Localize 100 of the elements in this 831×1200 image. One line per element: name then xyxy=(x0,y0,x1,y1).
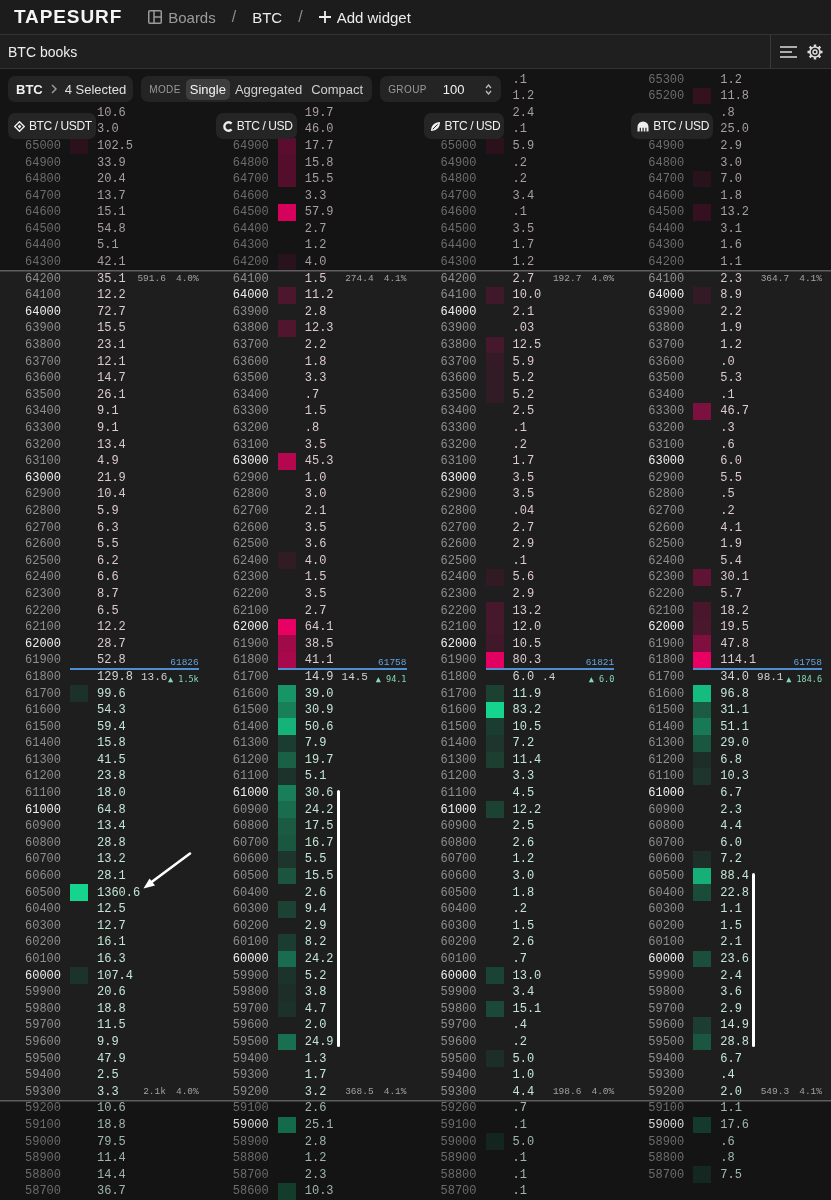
app-logo: TAPESURF xyxy=(14,6,123,28)
order-size: 2.9 xyxy=(720,1001,742,1016)
price-level: 60300 xyxy=(232,902,270,917)
price-level: 64200 xyxy=(232,255,270,270)
breadcrumb-link[interactable]: BTC xyxy=(252,8,283,26)
price-level: 61900 xyxy=(232,636,270,651)
order-size: 15.1 xyxy=(512,1001,542,1016)
price-level: 64400 xyxy=(25,238,62,253)
price-level: 64100 xyxy=(232,271,270,286)
order-size: 12.2 xyxy=(97,288,126,303)
price-level: 59900 xyxy=(25,985,62,1000)
depth-heat-cell xyxy=(277,286,296,304)
order-size: 4.1 xyxy=(720,520,742,535)
price-level: 62600 xyxy=(25,537,62,552)
price-level: 63000 xyxy=(440,470,478,485)
price-level: 59600 xyxy=(648,1018,686,1033)
price-level: 59300 xyxy=(648,1068,686,1083)
price-level: 61200 xyxy=(648,752,686,767)
mode-tab[interactable]: Compact xyxy=(307,78,368,100)
price-level: 63200 xyxy=(648,421,686,435)
order-size: 2.7 xyxy=(304,603,327,618)
price-level: 62500 xyxy=(232,537,270,552)
settings-icon[interactable] xyxy=(807,43,823,60)
order-size: 11.8 xyxy=(720,89,750,104)
depth-heat-cell xyxy=(693,701,712,719)
order-size: 7.5 xyxy=(720,1167,742,1182)
price-level: 63500 xyxy=(648,371,686,386)
order-size: 11.9 xyxy=(512,686,542,701)
order-size: .2 xyxy=(512,437,527,452)
symbol-selector[interactable]: BTC 4 Selected xyxy=(8,76,134,102)
lines-icon[interactable] xyxy=(780,45,797,58)
order-size: 2.5 xyxy=(512,404,535,419)
order-size: 1.7 xyxy=(304,1068,327,1083)
mode-tab[interactable]: Aggregated xyxy=(230,78,307,100)
order-size: 15.8 xyxy=(97,736,126,751)
group-value: 100 xyxy=(442,81,465,97)
order-size: 3.1 xyxy=(720,221,742,236)
range-percent: 4.0% xyxy=(591,273,615,285)
price-level: 63600 xyxy=(232,354,270,369)
price-level: 60600 xyxy=(648,852,686,867)
price-level: 59400 xyxy=(232,1051,270,1066)
depth-heat-cell xyxy=(693,602,712,619)
price-level: 60400 xyxy=(648,885,686,900)
order-size: 3.3 xyxy=(512,769,535,784)
price-level: 65300 xyxy=(648,72,686,87)
order-size: 10.6 xyxy=(97,1101,126,1116)
order-size: 1.6 xyxy=(720,238,742,253)
price-level: 60700 xyxy=(648,835,686,850)
price-level: 59300 xyxy=(232,1068,270,1083)
price-level: 59600 xyxy=(232,1018,270,1033)
order-size: 2.6 xyxy=(304,885,327,900)
order-size: 3.2 xyxy=(304,1084,327,1099)
order-size: 1.9 xyxy=(720,537,742,552)
price-level: 64700 xyxy=(440,188,478,203)
price-level: 64700 xyxy=(648,172,686,187)
price-level: 59800 xyxy=(232,985,270,1000)
pair-name: BTC / USD xyxy=(236,119,293,134)
order-size: 36.7 xyxy=(97,1184,126,1199)
order-size: .2 xyxy=(512,902,527,917)
price-level: 62800 xyxy=(25,504,62,518)
depth-heat-cell xyxy=(277,768,296,785)
price-level: 63500 xyxy=(440,387,478,402)
depth-heat-cell xyxy=(277,452,296,470)
order-size: 12.5 xyxy=(512,338,542,353)
price-level: 60500 xyxy=(648,869,686,884)
price-level: 60200 xyxy=(648,918,686,933)
price-level: 60500 xyxy=(440,885,478,900)
order-size: 1.5 xyxy=(304,570,327,585)
price-level: 63100 xyxy=(232,437,270,452)
depth-heat-cell xyxy=(277,867,296,885)
add-widget-button[interactable]: Add widget xyxy=(318,8,411,26)
range-percent: 4.0% xyxy=(175,1086,199,1098)
price-level: 60400 xyxy=(232,885,270,900)
order-size: 1.2 xyxy=(720,338,742,353)
order-size: 1.5 xyxy=(720,918,742,933)
order-size: 6.0 xyxy=(720,835,742,850)
price-level: 64800 xyxy=(440,172,478,187)
price-level: 62700 xyxy=(648,504,686,518)
price-level: 65000 xyxy=(440,138,478,153)
group-selector[interactable]: GROUP 100 xyxy=(380,76,501,102)
order-size: 15.5 xyxy=(97,321,126,336)
order-size: 2.4 xyxy=(720,968,742,983)
mode-tab[interactable]: Single xyxy=(185,78,230,100)
depth-heat-cell xyxy=(693,569,712,586)
order-size: .1 xyxy=(720,387,735,402)
order-size: 64.8 xyxy=(97,802,126,817)
boards-link[interactable]: Boards xyxy=(148,8,216,26)
order-size: 2.0 xyxy=(720,1084,742,1099)
traded-volume: .4 xyxy=(542,670,556,683)
price-level: 58600 xyxy=(232,1184,270,1199)
order-size: 18.8 xyxy=(97,1001,126,1016)
depth-heat-cell xyxy=(277,137,296,155)
order-size: 6.7 xyxy=(720,786,742,801)
order-size: 129.8 xyxy=(97,669,133,684)
dome-icon xyxy=(637,120,650,132)
order-size: 2.1 xyxy=(720,935,742,950)
price-level: 61800 xyxy=(25,669,62,684)
price-level: 60600 xyxy=(440,869,478,884)
price-level: 65200 xyxy=(648,89,686,104)
price-level: 61400 xyxy=(440,736,478,751)
